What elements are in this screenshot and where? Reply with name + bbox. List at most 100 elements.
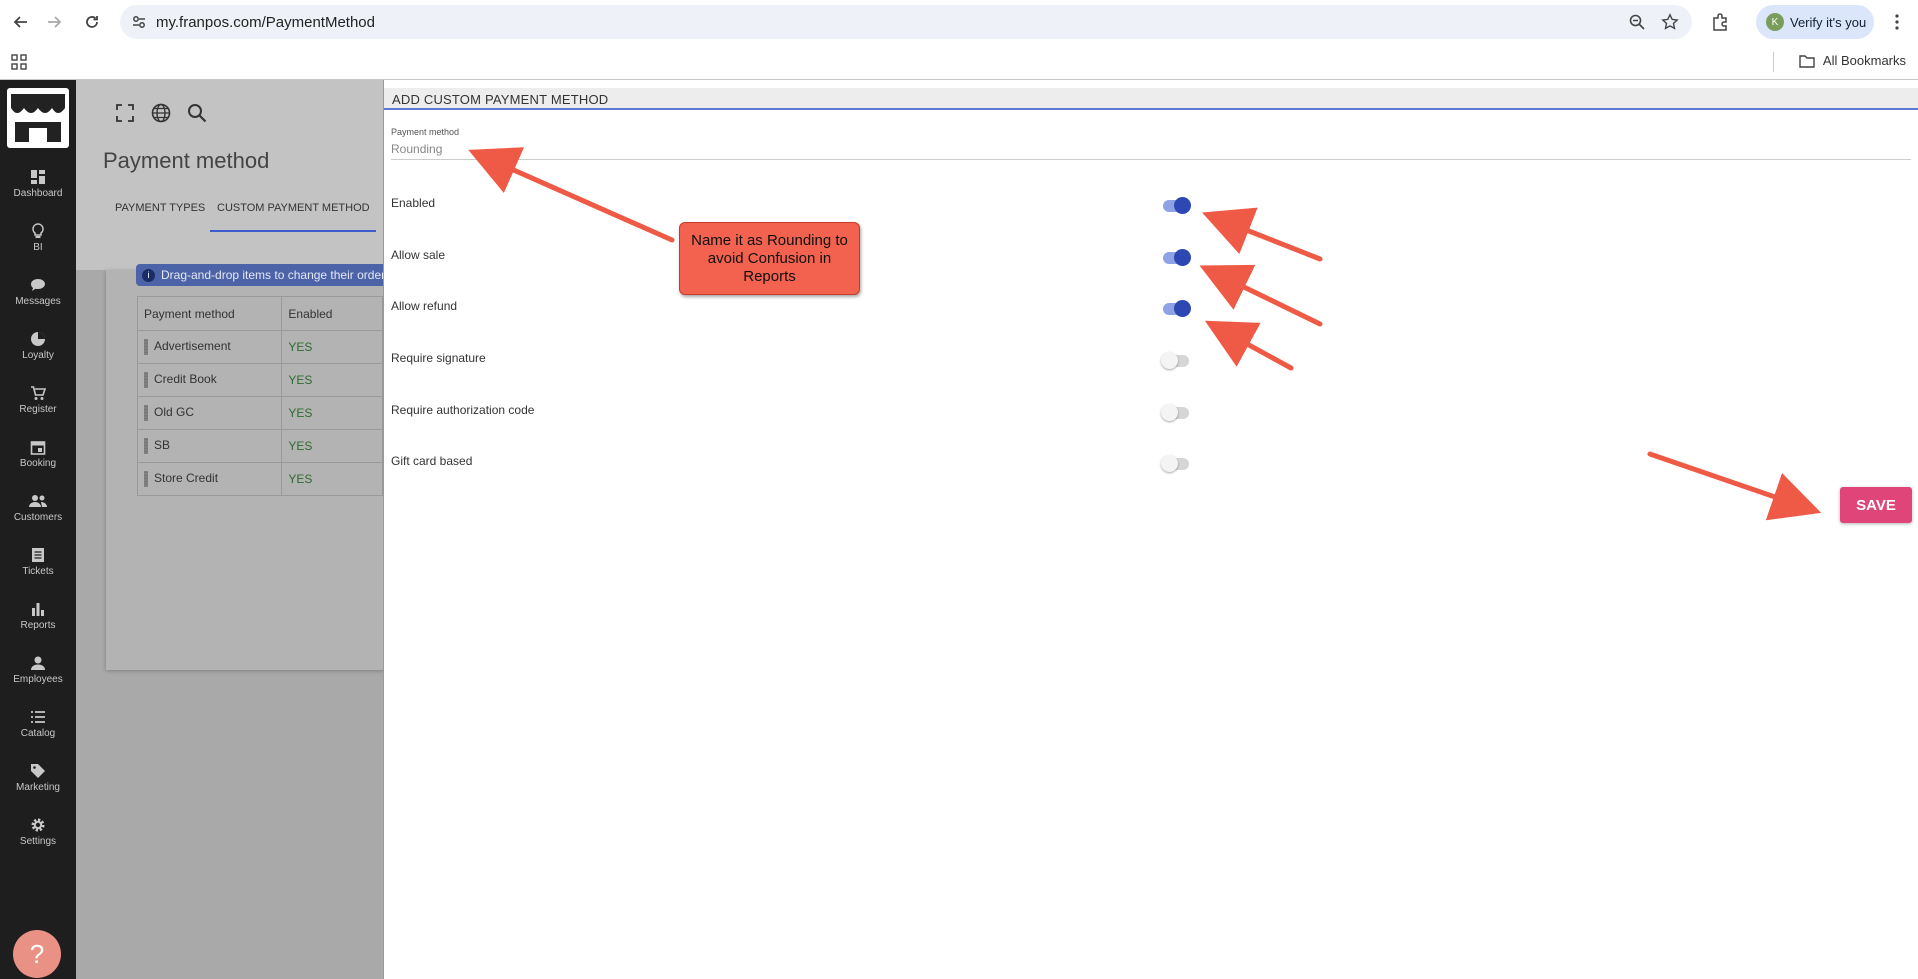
search-icon[interactable] xyxy=(186,102,208,124)
toggle-knob xyxy=(1174,300,1191,317)
sidebar-item-label: Catalog xyxy=(20,728,56,739)
toggle-require-signature[interactable] xyxy=(1161,352,1189,369)
sidebar-item-reports[interactable]: Reports xyxy=(0,601,76,651)
table-row[interactable]: SB YES xyxy=(136,429,383,463)
page-header-area: Payment method PAYMENT TYPES CUSTOM PAYM… xyxy=(76,80,383,270)
drag-handle-icon[interactable] xyxy=(144,339,148,355)
panel-title: ADD CUSTOM PAYMENT METHOD xyxy=(392,92,609,107)
sidebar-item-employees[interactable]: Employees xyxy=(0,655,76,705)
table-cell-enabled: YES xyxy=(281,330,383,364)
people-icon xyxy=(29,495,47,507)
globe-icon[interactable] xyxy=(150,102,172,124)
table-cell-name: Credit Book xyxy=(136,363,283,397)
payment-method-name: SB xyxy=(154,438,171,453)
table-row[interactable]: Credit Book YES xyxy=(136,363,383,397)
fullscreen-icon[interactable] xyxy=(114,102,136,124)
drag-handle-icon[interactable] xyxy=(144,438,148,454)
payment-method-input[interactable] xyxy=(391,138,1911,160)
column-header-enabled: Enabled xyxy=(281,296,383,331)
table-row[interactable]: Store Credit YES xyxy=(136,462,383,496)
sidebar-item-booking[interactable]: Booking xyxy=(0,439,76,489)
sidebar-item-label: Customers xyxy=(13,512,63,523)
table-cell-enabled: YES xyxy=(281,462,383,496)
toggle-knob xyxy=(1161,404,1178,421)
bookmark-separator xyxy=(1773,52,1774,72)
sidebar-item-label: Settings xyxy=(19,836,57,847)
toggle-knob xyxy=(1161,455,1178,472)
table-cell-enabled: YES xyxy=(281,363,383,397)
lightbulb-icon xyxy=(32,223,44,238)
sidebar-item-catalog[interactable]: Catalog xyxy=(0,709,76,759)
toggle-knob xyxy=(1161,352,1178,369)
drag-handle-icon[interactable] xyxy=(144,405,148,421)
help-button[interactable]: ? xyxy=(13,930,61,978)
table-cell-name: SB xyxy=(136,429,283,463)
bookmark-star-icon[interactable] xyxy=(1661,13,1679,31)
sidebar-item-marketing[interactable]: Marketing xyxy=(0,763,76,813)
table-cell-enabled: YES xyxy=(281,396,383,430)
info-text: Drag-and-drop items to change their orde… xyxy=(161,268,383,282)
back-icon[interactable] xyxy=(9,10,33,34)
folder-icon xyxy=(1799,54,1815,68)
payment-methods-table: Payment method Enabled Advertisement YES… xyxy=(136,296,383,496)
franpos-logo[interactable] xyxy=(7,88,69,148)
sidebar-item-messages[interactable]: Messages xyxy=(0,277,76,327)
apps-grid-icon[interactable] xyxy=(10,53,28,71)
dashboard-icon xyxy=(31,170,45,184)
annotation-callout: Name it as Rounding to avoid Confusion i… xyxy=(679,222,860,295)
toggle-allow-sale[interactable] xyxy=(1163,249,1191,266)
payment-method-page: Payment method PAYMENT TYPES CUSTOM PAYM… xyxy=(76,80,383,979)
sidebar-item-register[interactable]: Register xyxy=(0,385,76,435)
zoom-icon[interactable] xyxy=(1628,13,1646,31)
bar-chart-icon xyxy=(32,603,44,616)
site-settings-icon[interactable] xyxy=(130,13,148,31)
sidebar-item-label: Dashboard xyxy=(13,188,63,199)
bookmarks-bar: All Bookmarks xyxy=(0,44,1918,80)
drag-handle-icon[interactable] xyxy=(144,372,148,388)
save-button[interactable]: SAVE xyxy=(1840,487,1912,523)
chat-icon xyxy=(31,279,45,291)
info-icon: i xyxy=(142,268,155,282)
column-header-payment-method: Payment method xyxy=(136,296,283,331)
verify-label: Verify it's you xyxy=(1790,14,1867,30)
table-row[interactable]: Old GC YES xyxy=(136,396,383,430)
toggle-require-authorization-code[interactable] xyxy=(1161,404,1189,421)
all-bookmarks-button[interactable]: All Bookmarks xyxy=(1799,53,1906,68)
table-cell-name: Old GC xyxy=(136,396,283,430)
main-sidebar: Dashboard BI Messages Loyalty Register B… xyxy=(0,80,76,979)
toggle-enabled[interactable] xyxy=(1163,197,1191,214)
drag-handle-icon[interactable] xyxy=(144,471,148,487)
gear-icon xyxy=(31,818,45,832)
person-icon xyxy=(31,656,45,670)
option-label-gift-card-based: Gift card based xyxy=(391,454,473,468)
table-cell-enabled: YES xyxy=(281,429,383,463)
toggle-allow-refund[interactable] xyxy=(1163,300,1191,317)
payment-method-name: Credit Book xyxy=(154,372,217,387)
address-bar[interactable]: my.franpos.com/PaymentMethod xyxy=(120,5,1692,39)
sidebar-item-settings[interactable]: Settings xyxy=(0,817,76,867)
forward-icon[interactable] xyxy=(42,10,66,34)
table-header-row: Payment method Enabled xyxy=(136,296,383,331)
reload-icon[interactable] xyxy=(80,10,104,34)
all-bookmarks-label: All Bookmarks xyxy=(1822,53,1906,68)
extensions-icon[interactable] xyxy=(1711,13,1729,31)
sidebar-item-dashboard[interactable]: Dashboard xyxy=(0,169,76,219)
kebab-menu-icon[interactable] xyxy=(1888,13,1906,31)
sidebar-item-tickets[interactable]: Tickets xyxy=(0,547,76,597)
avatar: K xyxy=(1766,13,1784,31)
sidebar-item-loyalty[interactable]: Loyalty xyxy=(0,331,76,381)
pie-icon xyxy=(31,332,45,346)
table-row[interactable]: Advertisement YES xyxy=(136,330,383,364)
tab-custom-payment-method[interactable]: CUSTOM PAYMENT METHOD xyxy=(217,202,370,214)
ticket-icon xyxy=(32,548,44,562)
verify-identity-button[interactable]: K Verify it's you xyxy=(1756,5,1874,39)
toggle-gift-card-based[interactable] xyxy=(1161,455,1189,472)
sidebar-item-customers[interactable]: Customers xyxy=(0,493,76,543)
url-text: my.franpos.com/PaymentMethod xyxy=(156,14,375,31)
sidebar-item-bi[interactable]: BI xyxy=(0,223,76,273)
sidebar-item-label: Loyalty xyxy=(22,350,54,361)
tab-payment-types[interactable]: PAYMENT TYPES xyxy=(115,202,205,214)
cart-icon xyxy=(31,386,46,400)
payment-method-name: Store Credit xyxy=(154,471,219,486)
option-label-allow-sale: Allow sale xyxy=(391,248,446,262)
